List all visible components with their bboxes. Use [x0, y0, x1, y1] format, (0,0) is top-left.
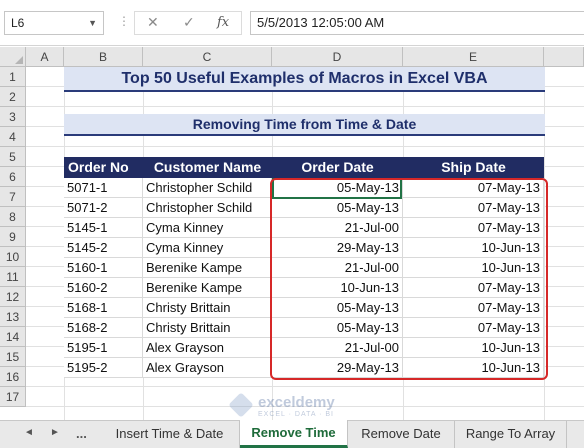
table-cell[interactable]: 07-May-13 [403, 198, 544, 218]
grid-line [26, 106, 584, 107]
sheet-tab-insert-time-date[interactable]: Insert Time & Date [100, 421, 240, 448]
table-cell[interactable]: Cyma Kinney [143, 218, 272, 238]
table-cell[interactable]: 21-Jul-00 [272, 218, 403, 238]
column-header-e[interactable]: E [403, 47, 544, 67]
watermark-tagline: EXCEL · DATA · BI [258, 411, 334, 418]
table-cell[interactable]: 21-Jul-00 [272, 338, 403, 358]
select-all-button[interactable] [0, 47, 26, 67]
table-cell[interactable]: 5160-1 [64, 258, 143, 278]
page-subtitle: Removing Time from Time & Date [64, 114, 545, 136]
watermark: exceldemy EXCEL · DATA · BI [228, 392, 362, 420]
row-header-5[interactable]: 5 [0, 147, 26, 167]
table-cell[interactable]: Berenike Kampe [143, 258, 272, 278]
insert-function-button[interactable]: fx [217, 15, 229, 30]
check-icon[interactable]: ✓ [183, 14, 195, 31]
table-cell[interactable]: 10-Jun-13 [403, 258, 544, 278]
table-header-ship-date: Ship Date [403, 157, 544, 178]
row-header-8[interactable]: 8 [0, 207, 26, 227]
table-cell[interactable]: Cyma Kinney [143, 238, 272, 258]
chevron-down-icon[interactable]: ▼ [88, 12, 97, 34]
grid-line [26, 386, 584, 387]
row-header-15[interactable]: 15 [0, 347, 26, 367]
table-cell[interactable]: Berenike Kampe [143, 278, 272, 298]
sheet-tab-remove-date[interactable]: Remove Date [348, 421, 455, 448]
table-cell[interactable]: Alex Grayson [143, 338, 272, 358]
table-cell[interactable]: 5071-2 [64, 198, 143, 218]
watermark-name: exceldemy [258, 394, 335, 411]
table-header-order-no: Order No [64, 157, 143, 178]
row-header-2[interactable]: 2 [0, 87, 26, 107]
more-sheets-button[interactable]: ... [76, 426, 87, 441]
row-header-3[interactable]: 3 [0, 107, 26, 127]
grid-line [26, 146, 584, 147]
table-cell[interactable]: 5195-2 [64, 358, 143, 378]
table-cell[interactable]: Christy Brittain [143, 298, 272, 318]
table-cell[interactable]: 05-May-13 [272, 318, 403, 338]
table-cell[interactable]: 05-May-13 [272, 298, 403, 318]
table-cell[interactable]: Christy Brittain [143, 318, 272, 338]
page-title: Top 50 Useful Examples of Macros in Exce… [64, 67, 545, 92]
column-header-blank[interactable] [544, 47, 584, 67]
table-cell[interactable]: 07-May-13 [403, 298, 544, 318]
row-header-1[interactable]: 1 [0, 67, 26, 87]
table-cell[interactable]: 05-May-13 [272, 198, 403, 218]
table-cell[interactable]: 10-Jun-13 [403, 358, 544, 378]
column-header-c[interactable]: C [143, 47, 272, 67]
row-header-16[interactable]: 16 [0, 367, 26, 387]
row-header-11[interactable]: 11 [0, 267, 26, 287]
exceldemy-logo-icon [228, 392, 254, 418]
name-box[interactable]: L6 ▼ [4, 11, 104, 35]
formula-input[interactable]: 5/5/2013 12:05:00 AM [250, 11, 584, 35]
row-header-12[interactable]: 12 [0, 287, 26, 307]
row-header-13[interactable]: 13 [0, 307, 26, 327]
formula-bar: L6 ▼ ⋮ ✕ ✓ fx 5/5/2013 12:05:00 AM [0, 0, 584, 46]
row-header-14[interactable]: 14 [0, 327, 26, 347]
table-cell[interactable]: 5145-1 [64, 218, 143, 238]
row-header-17[interactable]: 17 [0, 387, 26, 407]
table-cell[interactable]: Alex Grayson [143, 358, 272, 378]
worksheet-grid[interactable]: ABCDE 1 2 3 4 5 6 7 8 9 10 11 12 13 14 15 16 17 Top 50 U… [0, 47, 584, 420]
table-header-order-date: Order Date [272, 157, 403, 178]
formula-buttons: ✕ ✓ fx [134, 11, 242, 35]
name-box-value: L6 [11, 16, 25, 30]
drag-handle-icon[interactable]: ⋮ [118, 14, 130, 28]
table-cell[interactable]: 07-May-13 [403, 278, 544, 298]
sheet-tab-range-to-array[interactable]: Range To Array [455, 421, 567, 448]
table-cell[interactable]: Christopher Schild [143, 178, 272, 198]
row-header-10[interactable]: 10 [0, 247, 26, 267]
column-header-d[interactable]: D [272, 47, 403, 67]
x-icon[interactable]: ✕ [147, 14, 159, 31]
sheet-tab-remove-time[interactable]: Remove Time [240, 420, 348, 448]
row-header-6[interactable]: 6 [0, 167, 26, 187]
table-cell[interactable]: 29-May-13 [272, 238, 403, 258]
table-cell[interactable]: 5168-2 [64, 318, 143, 338]
table-cell[interactable]: 10-Jun-13 [272, 278, 403, 298]
prev-sheet-icon[interactable]: ◄ [24, 427, 34, 438]
table-cell[interactable]: 10-Jun-13 [403, 238, 544, 258]
table-cell[interactable]: 29-May-13 [272, 358, 403, 378]
table-header-customer-name: Customer Name [143, 157, 272, 178]
sheet-tab-bar: ◄ ► ... Insert Time & Date Remove Time Rem… [0, 420, 584, 448]
table-cell[interactable]: 21-Jul-00 [272, 258, 403, 278]
table-cell[interactable]: 05-May-13 [272, 178, 403, 198]
table-cell[interactable]: Christopher Schild [143, 198, 272, 218]
row-header-4[interactable]: 4 [0, 127, 26, 147]
table-cell[interactable]: 07-May-13 [403, 178, 544, 198]
table-cell[interactable]: 5071-1 [64, 178, 143, 198]
row-header-9[interactable]: 9 [0, 227, 26, 247]
excel-window: L6 ▼ ⋮ ✕ ✓ fx 5/5/2013 12:05:00 AM ABCDE… [0, 0, 584, 448]
table-cell[interactable]: 07-May-13 [403, 218, 544, 238]
next-sheet-icon[interactable]: ► [50, 427, 60, 438]
column-header-b[interactable]: B [64, 47, 143, 67]
table-cell[interactable]: 10-Jun-13 [403, 338, 544, 358]
table-cell[interactable]: 5195-1 [64, 338, 143, 358]
column-header-a[interactable]: A [26, 47, 64, 67]
table-cell[interactable]: 5160-2 [64, 278, 143, 298]
table-cell[interactable]: 07-May-13 [403, 318, 544, 338]
row-header-7[interactable]: 7 [0, 187, 26, 207]
table-cell[interactable]: 5145-2 [64, 238, 143, 258]
table-cell[interactable]: 5168-1 [64, 298, 143, 318]
